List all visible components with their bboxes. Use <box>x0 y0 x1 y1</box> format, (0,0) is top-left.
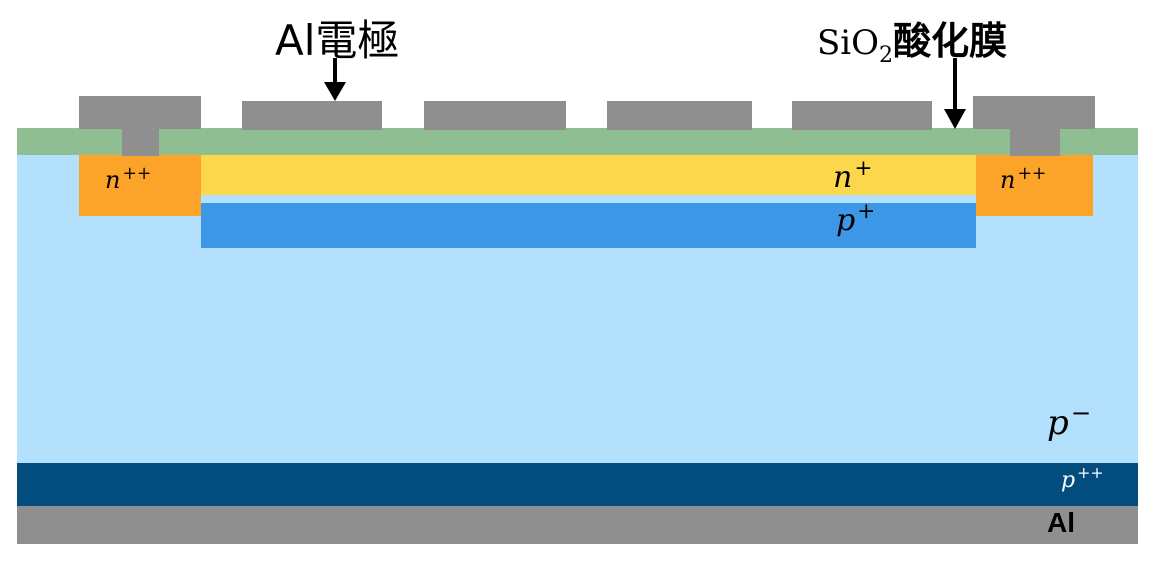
al-electrode-arrow <box>324 58 346 101</box>
annotation-arrows <box>324 58 966 129</box>
oxide-arrow <box>944 58 966 129</box>
